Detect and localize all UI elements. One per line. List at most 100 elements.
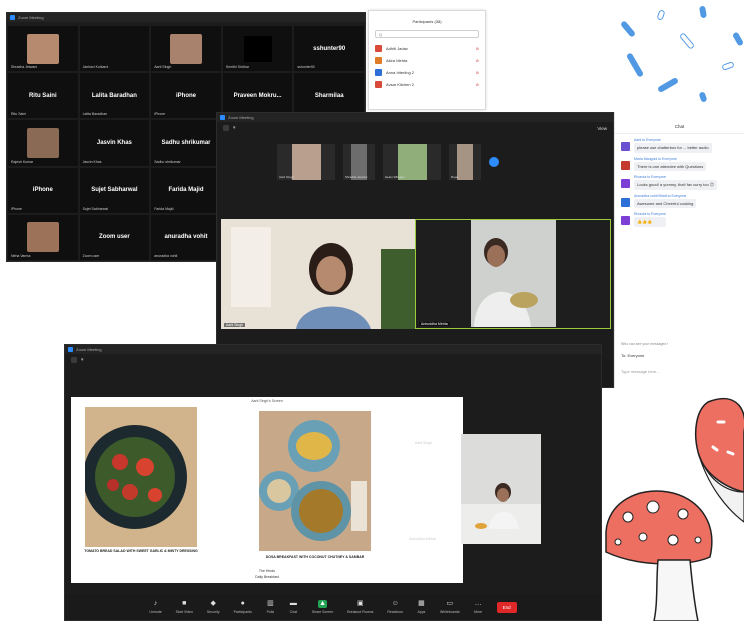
main-topbar: ▾ View (217, 122, 613, 134)
gallery-tile[interactable]: Zoom user Zoom user (79, 214, 150, 260)
chat-message: Aarti to Everyone please use chatterbox f… (615, 134, 744, 153)
speaker-right-label: Aniruddha Mehta (419, 322, 450, 326)
tile-participant-label: anuradha vohit (154, 254, 178, 258)
shield-button[interactable]: ◆ Security (207, 600, 220, 614)
screen-share-window: Zoom Meeting ▾ Aarti Singh's Screen TOMA… (64, 344, 602, 621)
tile-participant-label: Ritu Saini (11, 112, 26, 117)
participants-button[interactable]: ● Participants (234, 600, 252, 614)
sender-avatar (621, 160, 630, 170)
chevron-down-icon[interactable]: ▾ (233, 125, 236, 131)
chat-text: Awesome and Cheerful cooking (634, 198, 697, 208)
muted-mic-icon[interactable]: ⊘ (476, 70, 479, 75)
gallery-tile[interactable]: iPhone iPhone (151, 73, 221, 119)
share-button[interactable]: ▲ Share Screen (312, 600, 333, 614)
gallery-tile[interactable]: Jasvin Khas Jasvin Khas (79, 120, 150, 166)
breakout-button[interactable]: ▣ Breakout Rooms (347, 600, 373, 614)
muted-mic-icon[interactable]: ⊘ (476, 46, 479, 51)
side-participant-video[interactable] (461, 434, 541, 544)
participant-video-thumbnail (169, 33, 202, 64)
participant-name: Anna Iriterling 2 (386, 69, 415, 75)
gallery-tile[interactable]: Lalita Baradhan Lalita Baradhan (79, 73, 150, 119)
whiteboard-button[interactable]: ▭ Whiteboards (440, 600, 460, 614)
chat-privacy-hint[interactable]: Who can see your messages? (621, 342, 668, 346)
chat-message-body: Anuradha vohit Bhatt to Everyone Awesome … (634, 194, 697, 208)
toolbar-label: Unmute (149, 610, 162, 614)
gallery-tile[interactable]: iPhone iPhone (8, 167, 78, 213)
speaker-video-left[interactable]: Aarti Singh (221, 219, 417, 329)
video-button[interactable]: ■ Start Video (176, 600, 193, 614)
chat-button[interactable]: ▬ Chat (289, 600, 298, 614)
muted-mic-icon[interactable]: ⊘ (476, 58, 479, 63)
gallery-tile[interactable]: anuradha vohit anuradha vohit (151, 214, 221, 260)
participant-row[interactable]: Akira Mehta ⊘ (369, 54, 485, 66)
gallery-tile[interactable]: Janhavi Kulkarni (79, 26, 150, 72)
mic-icon: ♪ (153, 600, 158, 607)
tile-name: anuradha vohit (164, 234, 208, 241)
tile-participant-label: Sujet Sabharwal (82, 206, 109, 211)
gallery-tile[interactable]: sshunter90 sshunter90 (294, 26, 364, 72)
sender-avatar (621, 179, 630, 188)
participant-thumbnail[interactable]: Shradha Jetwani (343, 144, 375, 180)
gallery-tile[interactable]: Shradha Jetwani (8, 26, 78, 72)
chat-sender: Aarti to Everyone (634, 138, 661, 142)
tile-participant-label: Sadhu shrikumar (154, 159, 181, 164)
gallery-tile[interactable]: Neha Varma (8, 214, 78, 260)
gallery-tile[interactable]: Sujet Sabharwal Sujet Sabharwal (79, 167, 150, 213)
tile-participant-label: iPhone (11, 206, 22, 211)
avatar (375, 80, 382, 88)
tile-participant-label: Smrithi Sridhar (225, 65, 249, 70)
participants-search-input[interactable]: Q (375, 30, 479, 38)
video-off-placeholder (243, 35, 272, 62)
gallery-tile[interactable]: Rajesh Kumar (8, 120, 78, 166)
gallery-tile[interactable]: Aarti Singh (151, 26, 221, 72)
gallery-tile[interactable]: Smrithi Sridhar (222, 26, 293, 72)
next-page-button[interactable] (489, 157, 499, 167)
speaker-video-right[interactable]: Aniruddha Mehta (415, 219, 611, 329)
reactions-button[interactable]: ☺ Reactions (387, 600, 403, 614)
tile-participant-label: Farida Majid (154, 206, 174, 211)
apps-button[interactable]: ▦ Apps (417, 600, 426, 614)
tile-name: Farida Majid (168, 187, 204, 194)
chat-sender: Rhonda to Everyone (634, 175, 666, 179)
tile-participant-label: Rajesh Kumar (11, 159, 34, 164)
chevron-down-icon[interactable]: ▾ (81, 357, 84, 363)
tile-name: iPhone (175, 92, 196, 99)
chat-icon: ▬ (289, 600, 297, 607)
tile-name: Jasvin Khas (96, 139, 132, 146)
security-shield-icon[interactable] (223, 125, 229, 131)
main-window-title: Zoom Meeting (228, 115, 254, 120)
breakfast-photo (259, 411, 371, 551)
participant-thumbnail[interactable]: Aarti Singh (277, 144, 335, 180)
mic-button[interactable]: ♪ Unmute (149, 600, 161, 614)
sender-avatar (621, 142, 630, 151)
participant-thumbnail[interactable]: Helen Wheeler (383, 144, 441, 180)
apps-icon: ▦ (418, 600, 425, 607)
participant-row[interactable]: Adhiti Jadav ⊘ (369, 42, 485, 54)
more-button[interactable]: … More (474, 600, 483, 614)
end-meeting-button[interactable]: End (496, 601, 517, 613)
gallery-tile[interactable]: Farida Majid Farida Majid (151, 167, 221, 213)
tile-participant-label: Neha Varma (11, 254, 31, 258)
chat-recipient-select[interactable]: To: Everyone (621, 353, 644, 358)
chat-panel: Chat Aarti to Everyone please use chatter… (614, 112, 744, 388)
chat-message-input[interactable]: Type message here... (621, 369, 659, 374)
participant-row[interactable]: Avsar Kitchen 2 ⊘ (369, 78, 485, 90)
avatar (375, 68, 382, 76)
muted-mic-icon[interactable]: ⊘ (476, 82, 479, 87)
gallery-window-title: Zoom Meeting (18, 15, 44, 20)
participant-row[interactable]: Anna Iriterling 2 ⊘ (369, 66, 485, 78)
mushroom-illustration (605, 397, 744, 621)
participant-thumbnail[interactable]: Rupa (449, 144, 481, 180)
view-button[interactable]: View (597, 126, 607, 131)
gallery-tile[interactable]: Ritu Saini Ritu Saini (8, 73, 78, 119)
gallery-tile[interactable]: Sadhu shrikumar Sadhu shrikumar (151, 120, 221, 166)
polls-button[interactable]: ▥ Polls (266, 600, 275, 614)
video-icon: ■ (182, 600, 187, 607)
tile-participant-label: Lalita Baradhan (82, 112, 108, 117)
zoom-logo-icon (220, 115, 225, 120)
security-shield-icon[interactable] (71, 357, 77, 363)
sender-avatar (621, 216, 630, 225)
toolbar-label: Participants (233, 610, 252, 614)
speaker-area: Aarti Singh Aniruddha Mehta (217, 219, 613, 329)
participant-video-thumbnail (26, 33, 59, 64)
